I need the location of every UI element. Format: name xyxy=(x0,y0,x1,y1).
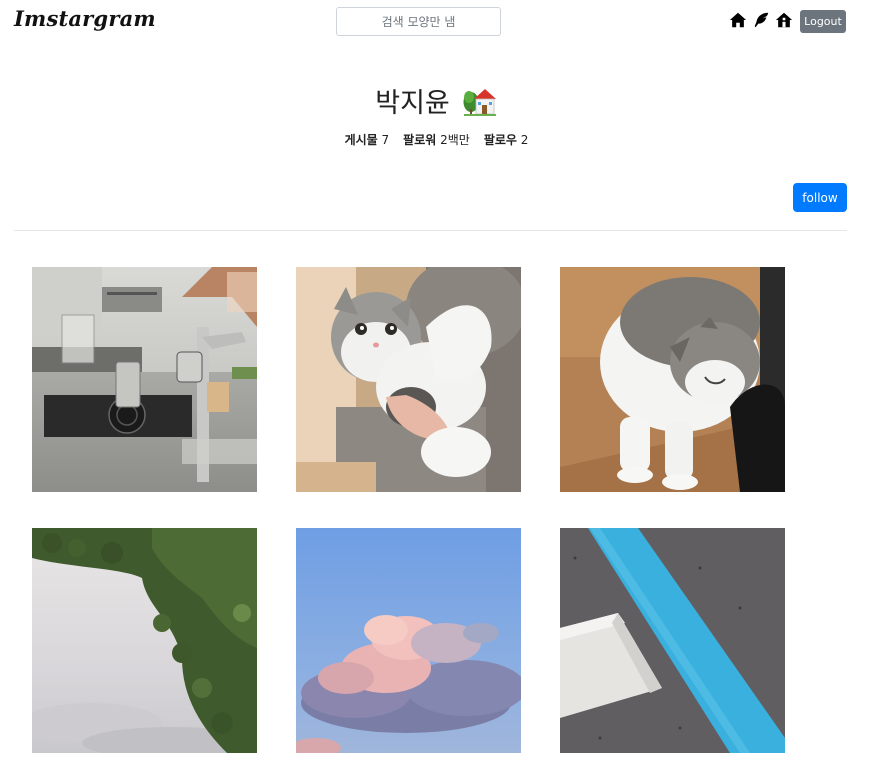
blue-line-asphalt-image xyxy=(560,528,785,753)
stat-followers-value: 2백만 xyxy=(440,133,470,147)
post-thumbnail-cat-held[interactable] xyxy=(296,267,521,492)
post-thumbnail-cat-walking[interactable] xyxy=(560,267,785,492)
feather-icon[interactable] xyxy=(752,11,770,29)
stat-following[interactable]: 팔로우 2 xyxy=(484,131,529,148)
stat-following-value: 2 xyxy=(520,133,529,147)
post-thumbnail-pink-cloud[interactable] xyxy=(296,528,521,753)
profile-header: 박지윤 xyxy=(0,80,873,120)
stat-posts-label: 게시물 xyxy=(344,133,378,147)
stat-followers-label: 팔로워 xyxy=(403,133,437,147)
trees-sky-image xyxy=(32,528,257,753)
cat-held-image xyxy=(296,267,521,492)
stat-following-label: 팔로우 xyxy=(483,133,517,147)
post-thumbnail-blue-line-asphalt[interactable] xyxy=(560,528,785,753)
profile-name-row: 박지윤 xyxy=(0,80,873,120)
post-thumbnail-trees-sky[interactable] xyxy=(32,528,257,753)
coffee-machine-image xyxy=(32,267,257,492)
pink-cloud-image xyxy=(296,528,521,753)
cat-walking-image xyxy=(560,267,785,492)
stat-posts[interactable]: 게시물 7 xyxy=(345,131,390,148)
logout-button[interactable]: Logout xyxy=(800,10,846,33)
stat-followers[interactable]: 팔로워 2백만 xyxy=(403,131,470,148)
divider xyxy=(14,230,847,231)
follow-button[interactable]: follow xyxy=(793,183,847,212)
brand-logo[interactable]: Imstargram xyxy=(14,6,156,31)
stat-posts-value: 7 xyxy=(381,133,390,147)
profile-stats: 게시물 7 팔로워 2백만 팔로우 2 xyxy=(0,131,873,148)
house-with-garden-icon xyxy=(463,89,496,116)
top-navbar: Imstargram Logout xyxy=(0,0,873,44)
search-input[interactable] xyxy=(336,7,501,36)
post-thumbnail-coffee-machine[interactable] xyxy=(32,267,257,492)
house-alt-icon[interactable] xyxy=(775,11,793,29)
profile-name: 박지윤 xyxy=(375,87,450,119)
home-icon[interactable] xyxy=(729,11,747,29)
nav-icons xyxy=(729,10,798,30)
